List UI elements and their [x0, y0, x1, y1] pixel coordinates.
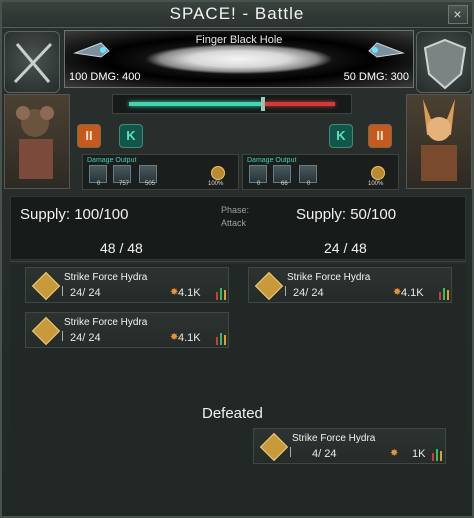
fleet-card[interactable]: Strike Force Hydra 24/ 24 ✸ 4.1K: [248, 267, 452, 303]
left-ship-icon: [73, 42, 110, 58]
battle-phase: Phase: Attack: [221, 205, 250, 228]
left-stance-button[interactable]: K: [119, 124, 143, 148]
battle-location-banner: Finger Black Hole 100 DMG: 400 50 DMG: 3…: [64, 30, 414, 88]
rodent-commander-icon: [16, 106, 54, 179]
right-ship-count: 24 / 48: [324, 240, 367, 256]
fleet-emblem-icon: [254, 271, 284, 301]
right-pause-button[interactable]: II: [368, 124, 392, 148]
fleet-emblem-icon: [31, 271, 61, 301]
coin-icon: [371, 166, 385, 180]
left-commander-portrait: [4, 94, 70, 189]
fleet-emblem-icon: [31, 316, 61, 346]
right-commander-portrait: [406, 94, 472, 189]
power-bars-icon: [439, 286, 449, 300]
window-title: SPACE! - Battle ×: [2, 2, 472, 28]
defeated-heading: Defeated: [202, 405, 263, 422]
coin-icon: [211, 166, 225, 180]
crossed-swords-icon: [13, 42, 53, 84]
fleet-emblem-icon: [259, 432, 289, 462]
left-supply: Supply: 100/100: [20, 206, 129, 223]
close-button[interactable]: ×: [448, 5, 468, 24]
friendly-health-fill: [129, 102, 263, 106]
right-supply: Supply: 50/100: [296, 206, 397, 223]
power-bars-icon: [216, 286, 226, 300]
power-bars-icon: [216, 331, 226, 345]
left-ship-count: 48 / 48: [100, 240, 143, 256]
right-stance-button[interactable]: K: [329, 124, 353, 148]
shield-shape-icon: [423, 38, 467, 90]
power-bars-icon: [432, 447, 442, 461]
right-damage-output-panel: Damage Output 0 66 0 100%: [242, 154, 399, 190]
left-damage-output-panel: Damage Output 0 757 505 100%: [82, 154, 239, 190]
damage-icon: ✸: [390, 448, 399, 459]
fleet-card[interactable]: Strike Force Hydra 24/ 24 ✸ 4.1K: [25, 312, 229, 348]
right-ship-icon: [368, 42, 405, 58]
enemy-health-fill: [265, 102, 335, 106]
shield-icon: [416, 31, 472, 93]
left-pause-button[interactable]: II: [77, 124, 101, 148]
battle-window: SPACE! - Battle × Finger Black Hole 100 …: [0, 0, 474, 518]
divider: [10, 261, 466, 262]
ship-icon: [285, 286, 291, 296]
location-name: Finger Black Hole: [195, 34, 283, 46]
fleet-card[interactable]: Strike Force Hydra 24/ 24 ✸ 4.1K: [25, 267, 229, 303]
ship-icon: [290, 447, 296, 457]
ship-icon: [62, 286, 68, 296]
defeated-fleet-card[interactable]: Strike Force Hydra 4/ 24 ✸ 1K: [253, 428, 446, 464]
right-damage-summary: 50 DMG: 300: [343, 71, 409, 83]
fox-commander-icon: [421, 99, 457, 181]
left-damage-summary: 100 DMG: 400: [69, 71, 141, 83]
ship-icon: [62, 331, 68, 341]
swords-icon: [4, 31, 60, 93]
battle-health-bar: [112, 94, 352, 114]
